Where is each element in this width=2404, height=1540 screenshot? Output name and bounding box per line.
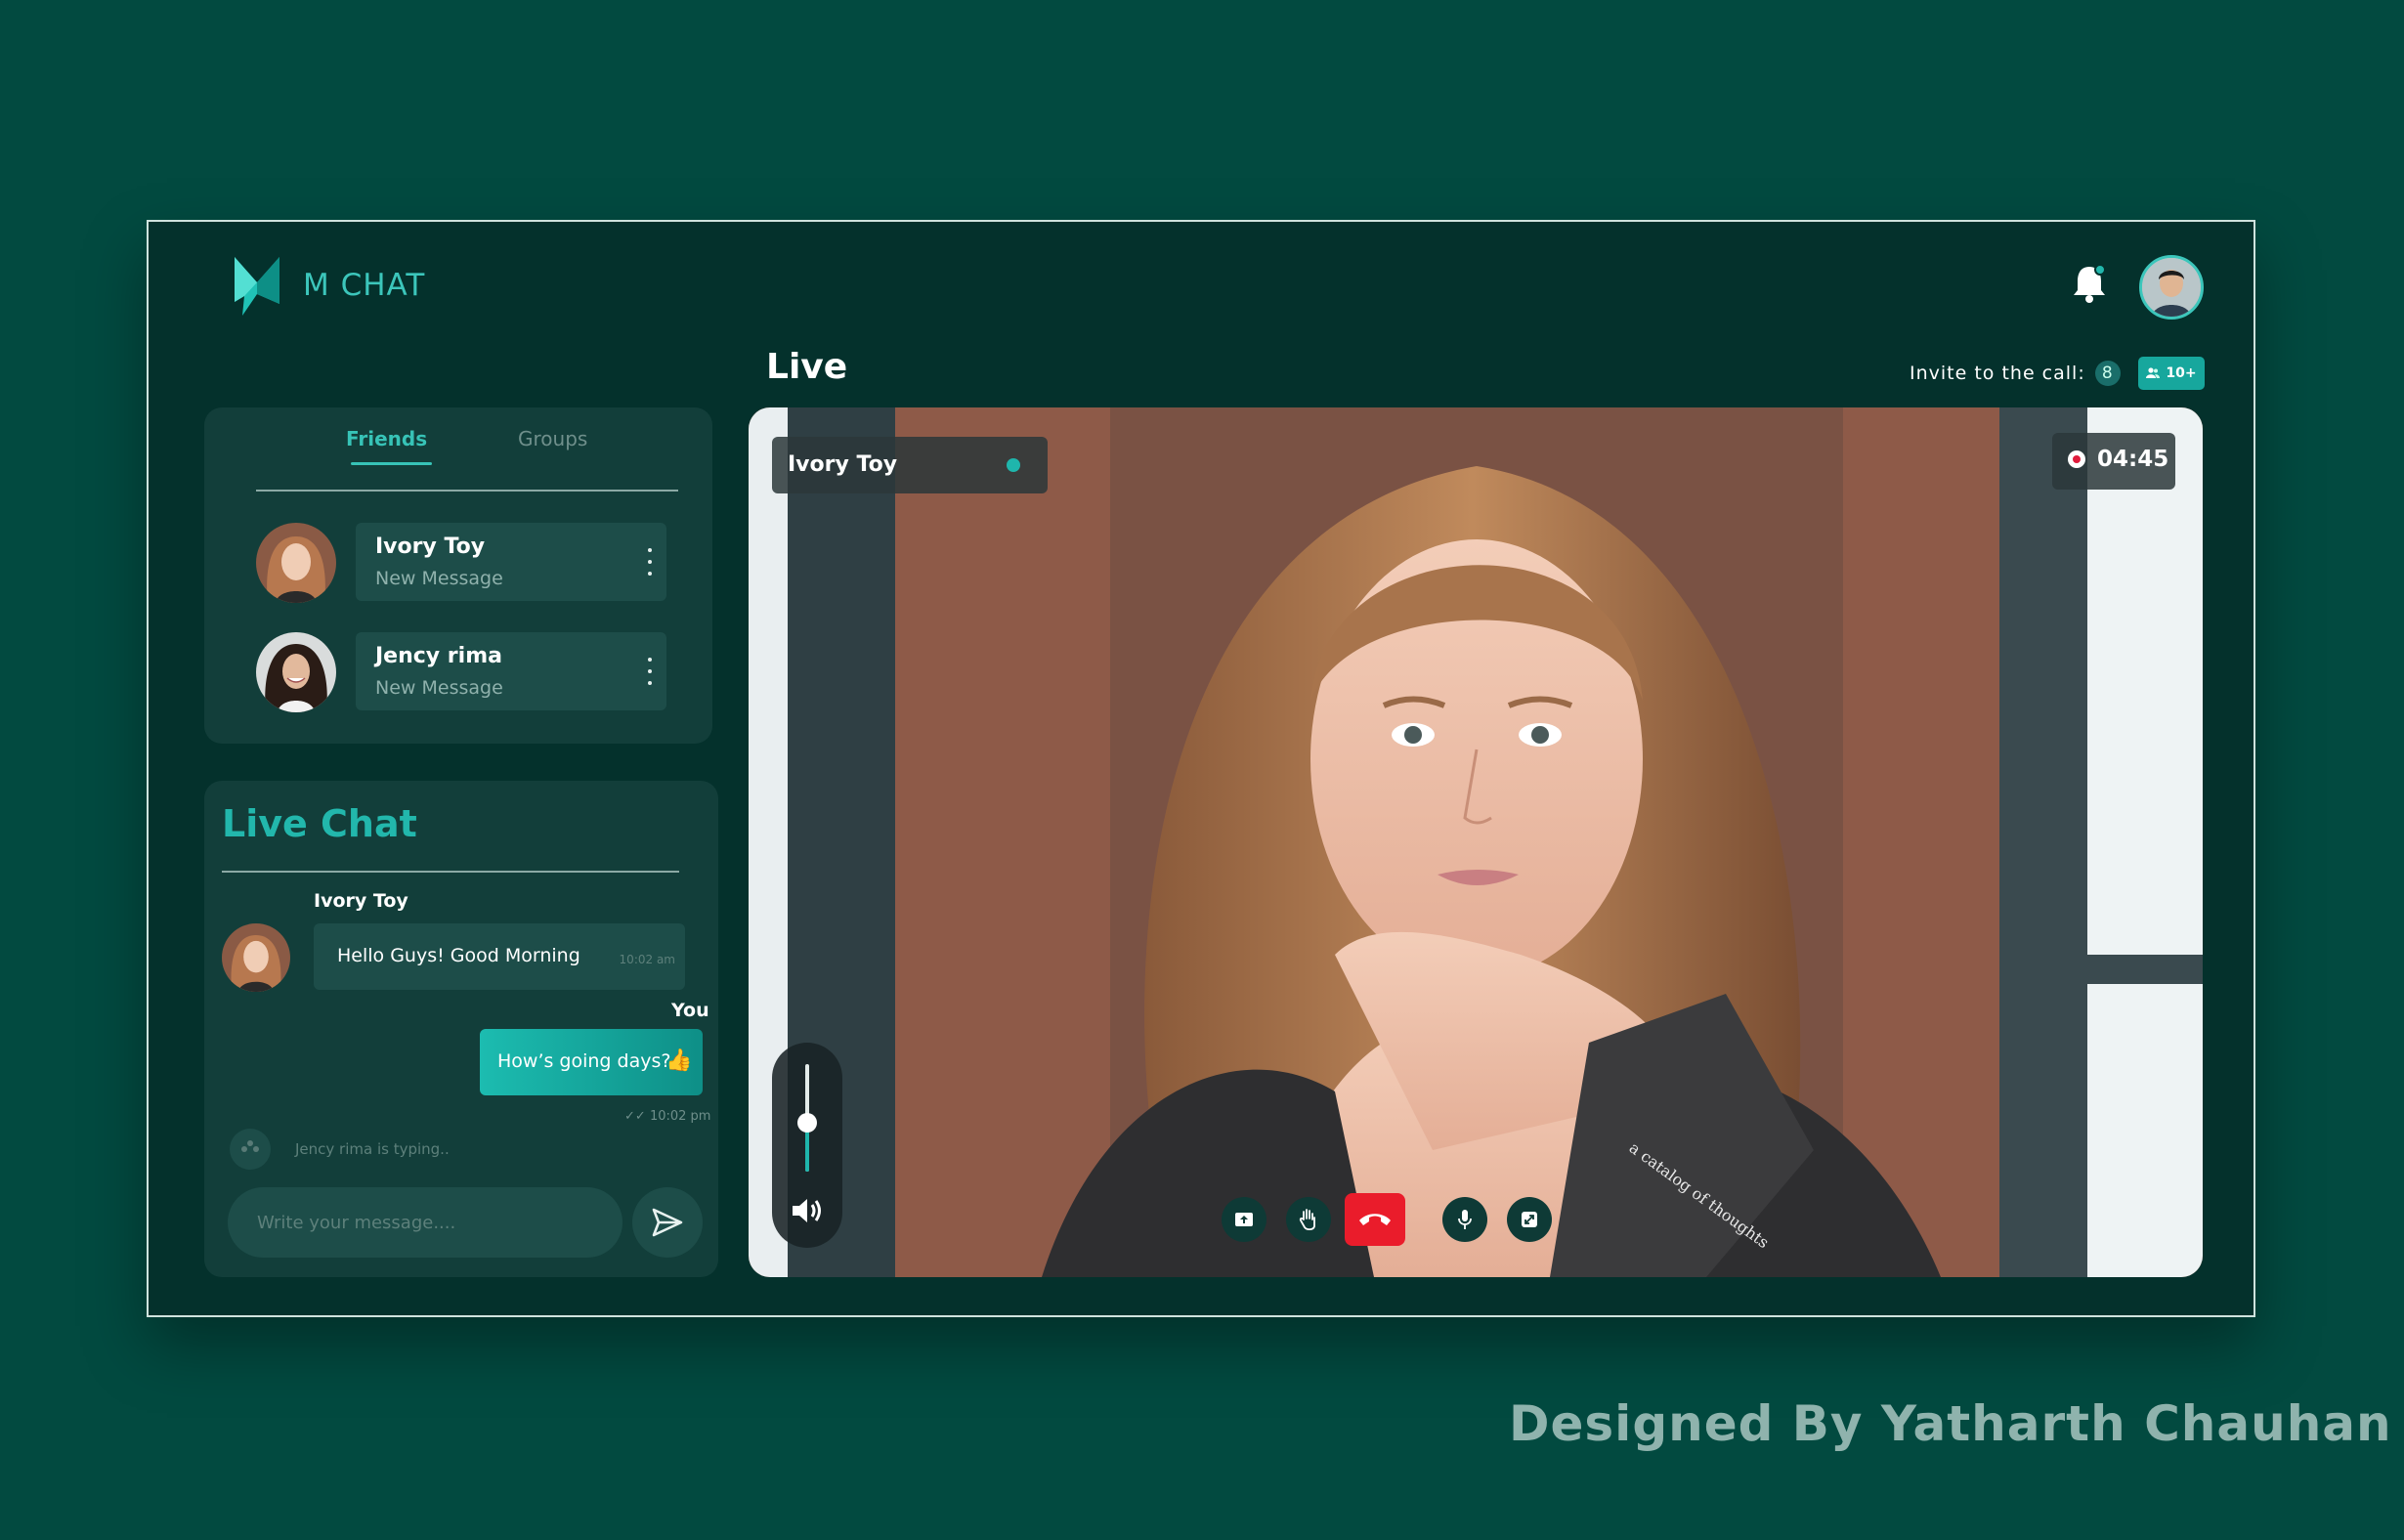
video-feed[interactable]: a catalog of thoughts Ivory Toy 04:45	[749, 407, 2203, 1277]
end-call-icon	[1359, 1214, 1391, 1225]
incoming-message: Hello Guys! Good Morning 10:02 am	[314, 923, 685, 990]
end-call-button[interactable]	[1345, 1193, 1405, 1246]
avatar	[256, 632, 336, 712]
send-button[interactable]	[632, 1187, 703, 1258]
call-duration: 04:45	[2097, 447, 2169, 472]
message-time: 10:02 am	[619, 953, 675, 966]
microphone-icon	[1458, 1210, 1472, 1229]
people-icon	[2146, 367, 2161, 378]
speaker-icon[interactable]	[790, 1195, 825, 1226]
microphone-button[interactable]	[1442, 1197, 1487, 1242]
avatar	[222, 923, 290, 992]
typing-status: Jency rima is typing..	[295, 1140, 450, 1158]
friend-card[interactable]: Ivory Toy New Message	[356, 523, 666, 601]
tab-groups[interactable]: Groups	[518, 427, 587, 450]
video-scene-image: a catalog of thoughts	[749, 407, 2203, 1277]
caller-name: Ivory Toy	[788, 452, 898, 477]
friend-name: Jency rima	[375, 644, 502, 668]
app-logo[interactable]: M CHAT	[231, 255, 425, 316]
record-icon	[2068, 450, 2085, 468]
bell-icon[interactable]	[2070, 261, 2109, 304]
message-time: ✓✓ 10:02 pm	[624, 1109, 711, 1124]
message-text: Hello Guys! Good Morning	[337, 945, 580, 966]
user-avatar-image	[2142, 258, 2201, 317]
invite-label: Invite to the call:	[1910, 363, 2085, 384]
fullscreen-icon	[1522, 1212, 1537, 1227]
live-title: Live	[766, 347, 848, 387]
friend-subtitle: New Message	[375, 677, 503, 699]
invite-to-call: Invite to the call: 8	[1910, 361, 2121, 386]
logo-icon	[235, 257, 279, 316]
online-status-icon	[1007, 458, 1020, 472]
tabs-divider	[256, 490, 678, 492]
designer-credit: Designed By Yatharth Chauhan	[1509, 1395, 2392, 1452]
friend-name: Ivory Toy	[375, 535, 486, 559]
raise-hand-icon	[1299, 1209, 1315, 1231]
invite-count-badge: 8	[2094, 361, 2121, 386]
live-chat-title: Live Chat	[222, 802, 417, 845]
raise-hand-button[interactable]	[1286, 1197, 1331, 1242]
message-text: How’s going days?	[497, 1050, 671, 1072]
friend-subtitle: New Message	[375, 568, 503, 589]
more-options-icon[interactable]	[647, 548, 653, 576]
chat-divider	[222, 871, 679, 873]
volume-slider-handle[interactable]	[797, 1113, 817, 1133]
participants-button[interactable]: 10+	[2138, 357, 2205, 390]
friends-tabs: Friends Groups	[204, 427, 712, 466]
app-name: M CHAT	[303, 268, 426, 303]
avatar	[256, 523, 336, 603]
outgoing-message: How’s going days? 👍	[480, 1029, 703, 1095]
screen-share-button[interactable]	[1222, 1197, 1266, 1242]
tab-friends[interactable]: Friends	[346, 427, 433, 465]
participants-count: 10+	[2166, 365, 2197, 381]
friend-item-jency-rima[interactable]: Jency rima New Message	[256, 632, 674, 712]
friend-item-ivory-toy[interactable]: Ivory Toy New Message	[256, 523, 674, 603]
recording-timer: 04:45	[2052, 433, 2175, 490]
volume-control	[772, 1043, 842, 1248]
send-icon	[652, 1208, 683, 1237]
typing-indicator-icon	[230, 1129, 271, 1170]
app-window: M CHAT Live Invite to the call: 8 10+ Fr…	[147, 220, 2255, 1317]
thumbs-up-emoji: 👍	[665, 1048, 693, 1073]
read-receipt-icon: ✓✓	[624, 1109, 646, 1124]
message-sender: Ivory Toy	[314, 890, 408, 912]
fullscreen-button[interactable]	[1507, 1197, 1552, 1242]
message-sender: You	[671, 1000, 709, 1021]
live-chat-panel: Live Chat Ivory Toy Hello Guys! Good Mor…	[204, 781, 718, 1277]
screen-share-icon	[1235, 1213, 1253, 1226]
friends-panel: Friends Groups Ivory Toy New Message Jen…	[204, 407, 712, 744]
more-options-icon[interactable]	[647, 658, 653, 685]
friend-card[interactable]: Jency rima New Message	[356, 632, 666, 710]
caller-name-tag: Ivory Toy	[772, 437, 1048, 493]
message-input[interactable]	[228, 1187, 622, 1258]
user-avatar[interactable]	[2139, 255, 2204, 320]
